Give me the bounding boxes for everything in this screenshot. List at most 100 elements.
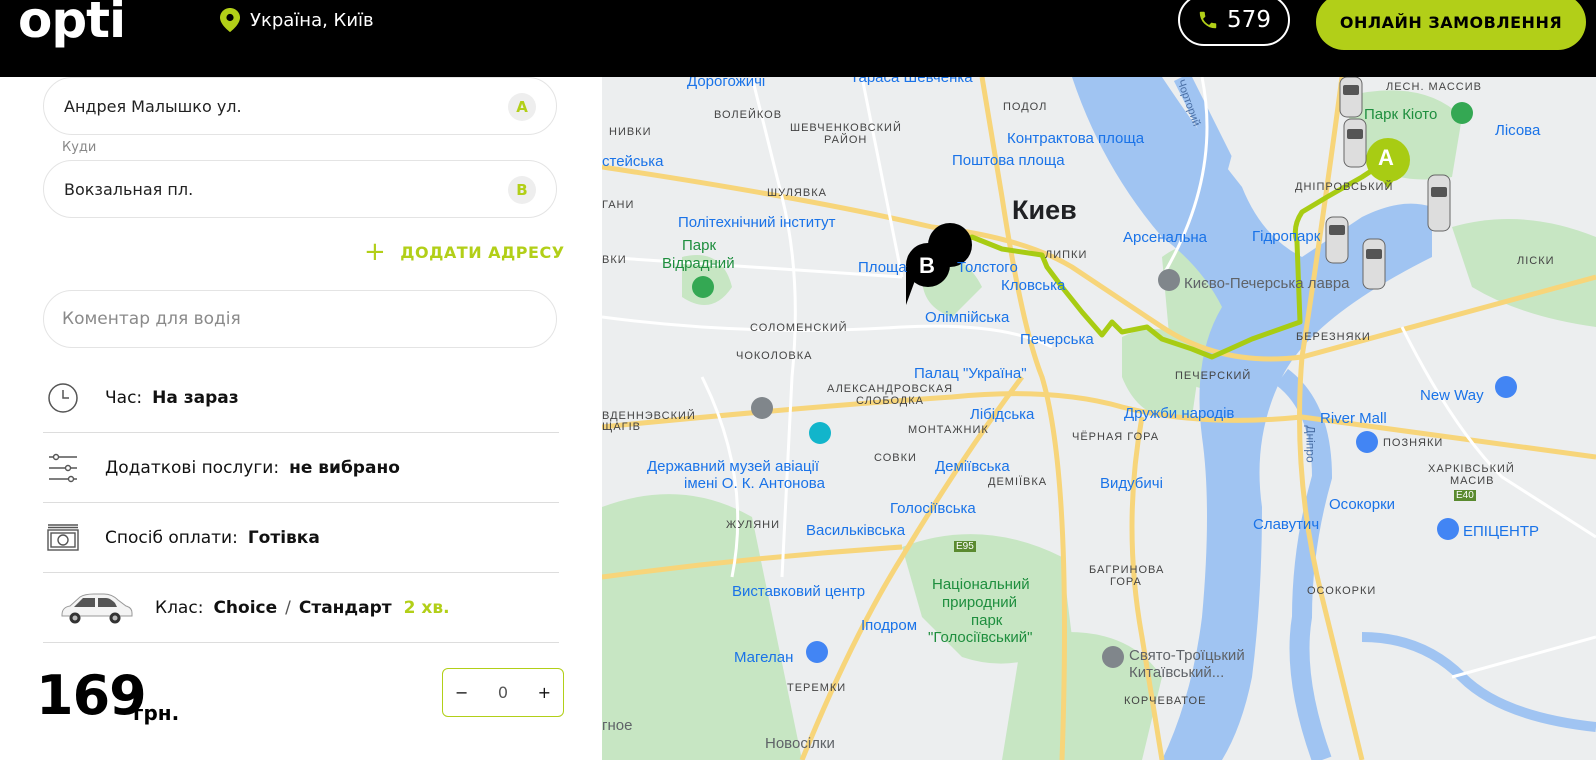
class-eta: 2 хв. <box>403 597 450 618</box>
map-label: ШУЛЯВКА <box>767 187 827 199</box>
map-label: МАСИВ <box>1450 475 1495 487</box>
map-road-sign: E40 <box>1454 490 1476 501</box>
map-label: Відрадний <box>662 255 735 272</box>
map-label: Голосіївська <box>890 500 976 517</box>
map-label: ВОЛЕЙКОВ <box>714 109 783 121</box>
map-label: ЧОКОЛОВКА <box>736 350 813 362</box>
map-label: КОРЧЕВАТОЕ <box>1124 695 1207 707</box>
map-label: природний <box>942 594 1017 611</box>
map-label: Свято-Троїцький <box>1129 647 1245 664</box>
logo[interactable]: opti <box>18 0 126 50</box>
route-marker-a[interactable]: A <box>1378 145 1394 171</box>
time-label: Час: <box>105 387 143 408</box>
map-label: ДЕМІЇВКА <box>988 476 1048 488</box>
map-label: Палац "Україна" <box>914 365 1027 382</box>
map-label: стейська <box>602 153 664 170</box>
map-label: ХАРКІВСЬКИЙ <box>1428 463 1515 475</box>
map-label: БЕРЕЗНЯКИ <box>1296 331 1371 343</box>
map-label: Деміївська <box>935 458 1010 475</box>
cash-icon <box>33 523 93 553</box>
time-value: На зараз <box>152 387 239 408</box>
stepper-minus-button[interactable]: − <box>455 683 468 702</box>
map-label: Славутич <box>1253 516 1320 533</box>
location-selector[interactable]: Україна, Київ <box>220 8 374 32</box>
map-label: Києво-Печерська лавра <box>1184 275 1350 292</box>
class-choice: Choice <box>213 597 278 618</box>
driver-comment-input[interactable] <box>43 290 557 348</box>
map-label: Площа <box>858 259 907 276</box>
map-label: Васильківська <box>806 522 906 539</box>
map-label: СОВКИ <box>874 452 917 464</box>
from-address-text: Андрея Малышко ул. <box>64 96 242 116</box>
to-label: Куди <box>62 140 97 155</box>
map-label: ЛІСКИ <box>1517 255 1555 267</box>
map-river-label: Дніпро <box>1303 425 1318 463</box>
route-marker-b[interactable]: B <box>919 253 935 279</box>
map-label: ПОЗНЯКИ <box>1383 437 1444 449</box>
price-currency: грн. <box>133 701 180 725</box>
map-pin-icon <box>220 8 240 32</box>
map-label: Контрактова площа <box>1007 130 1145 147</box>
class-label: Клас: <box>155 597 204 618</box>
add-address-label: ДОДАТИ АДРЕСУ <box>400 242 565 262</box>
map-label: Печерська <box>1020 331 1094 348</box>
payment-label: Спосіб оплати: <box>105 527 238 548</box>
map-label: ПЕЧЕРСКИЙ <box>1175 370 1252 382</box>
map-label: ГОРА <box>1110 576 1142 588</box>
class-row[interactable]: Клас: Choice / Стандарт 2 хв. <box>43 573 559 643</box>
map-label: ГАНИ <box>602 199 635 211</box>
map-label: Лісова <box>1495 122 1541 139</box>
plus-icon: + <box>364 237 387 267</box>
route-map[interactable]: A B Киев Дорогожичі Тараса Шевченка ПОДО… <box>602 77 1596 760</box>
map-label: ЛЕСН. МАССИВ <box>1386 81 1482 93</box>
to-address-field[interactable]: Вокзальная пл. B <box>43 160 557 218</box>
map-label: СОЛОМЕНСКИЙ <box>750 322 848 334</box>
map-label: Виставковий центр <box>732 583 866 600</box>
map-label-city: Киев <box>1012 195 1077 225</box>
map-label: Тараса Шевченка <box>850 77 973 86</box>
to-address-text: Вокзальная пл. <box>64 179 194 199</box>
map-label: ЧЁРНАЯ ГОРА <box>1072 431 1160 443</box>
point-b-badge: B <box>508 176 536 204</box>
sliders-icon <box>33 453 93 483</box>
class-standard: Стандарт <box>298 597 392 618</box>
map-label: МОНТАЖНИК <box>908 424 989 436</box>
time-row[interactable]: Час: На зараз <box>43 363 559 433</box>
map-label: Магелан <box>734 649 794 666</box>
map-label: ЕПІЦЕНТР <box>1463 523 1540 540</box>
map-label: Парк <box>682 237 717 254</box>
online-order-button[interactable]: ОНЛАЙН ЗАМОВЛЕННЯ <box>1316 0 1586 50</box>
payment-value: Готівка <box>247 527 320 548</box>
map-label: гное <box>602 717 633 734</box>
extras-value: не вибрано <box>289 457 400 478</box>
stepper-plus-button[interactable]: + <box>538 683 551 702</box>
map-label: Державний музей авіації <box>647 458 820 475</box>
map-label: РАЙОН <box>824 134 868 146</box>
quantity-stepper[interactable]: − 0 + <box>442 668 564 717</box>
clock-icon <box>33 382 93 414</box>
payment-row[interactable]: Спосіб оплати: Готівка <box>43 503 559 573</box>
map-label: Осокорки <box>1329 496 1396 513</box>
map-label: ШЕВЧЕНКОВСКИЙ <box>790 122 902 134</box>
phone-icon <box>1199 11 1217 29</box>
price-value: 169 <box>36 664 147 727</box>
phone-button[interactable]: 579 <box>1178 0 1290 46</box>
extras-row[interactable]: Додаткові послуги: не вибрано <box>43 433 559 503</box>
map-label: Видубичі <box>1100 475 1163 492</box>
map-label: Новосілки <box>765 735 835 752</box>
map-label: Дорогожичі <box>687 77 766 90</box>
map-label: Толстого <box>957 259 1018 276</box>
map-label: Національний <box>932 576 1030 593</box>
map-road-sign: E95 <box>954 541 976 552</box>
order-form: Андрея Малышко ул. A Куди Вокзальная пл.… <box>0 77 602 760</box>
map-label: ВКИ <box>602 254 627 266</box>
map-label: Китаївський... <box>1129 664 1225 681</box>
map-label: Політехнічний інститут <box>678 214 836 231</box>
stepper-value: 0 <box>497 683 509 702</box>
map-label: "Голосіївський" <box>928 629 1033 646</box>
map-label: НИВКИ <box>609 126 652 138</box>
from-address-field[interactable]: Андрея Малышко ул. A <box>43 77 557 135</box>
map-label: ЛИПКИ <box>1045 249 1088 261</box>
add-address-button[interactable]: + ДОДАТИ АДРЕСУ <box>364 237 565 267</box>
map-label: River Mall <box>1320 410 1387 427</box>
